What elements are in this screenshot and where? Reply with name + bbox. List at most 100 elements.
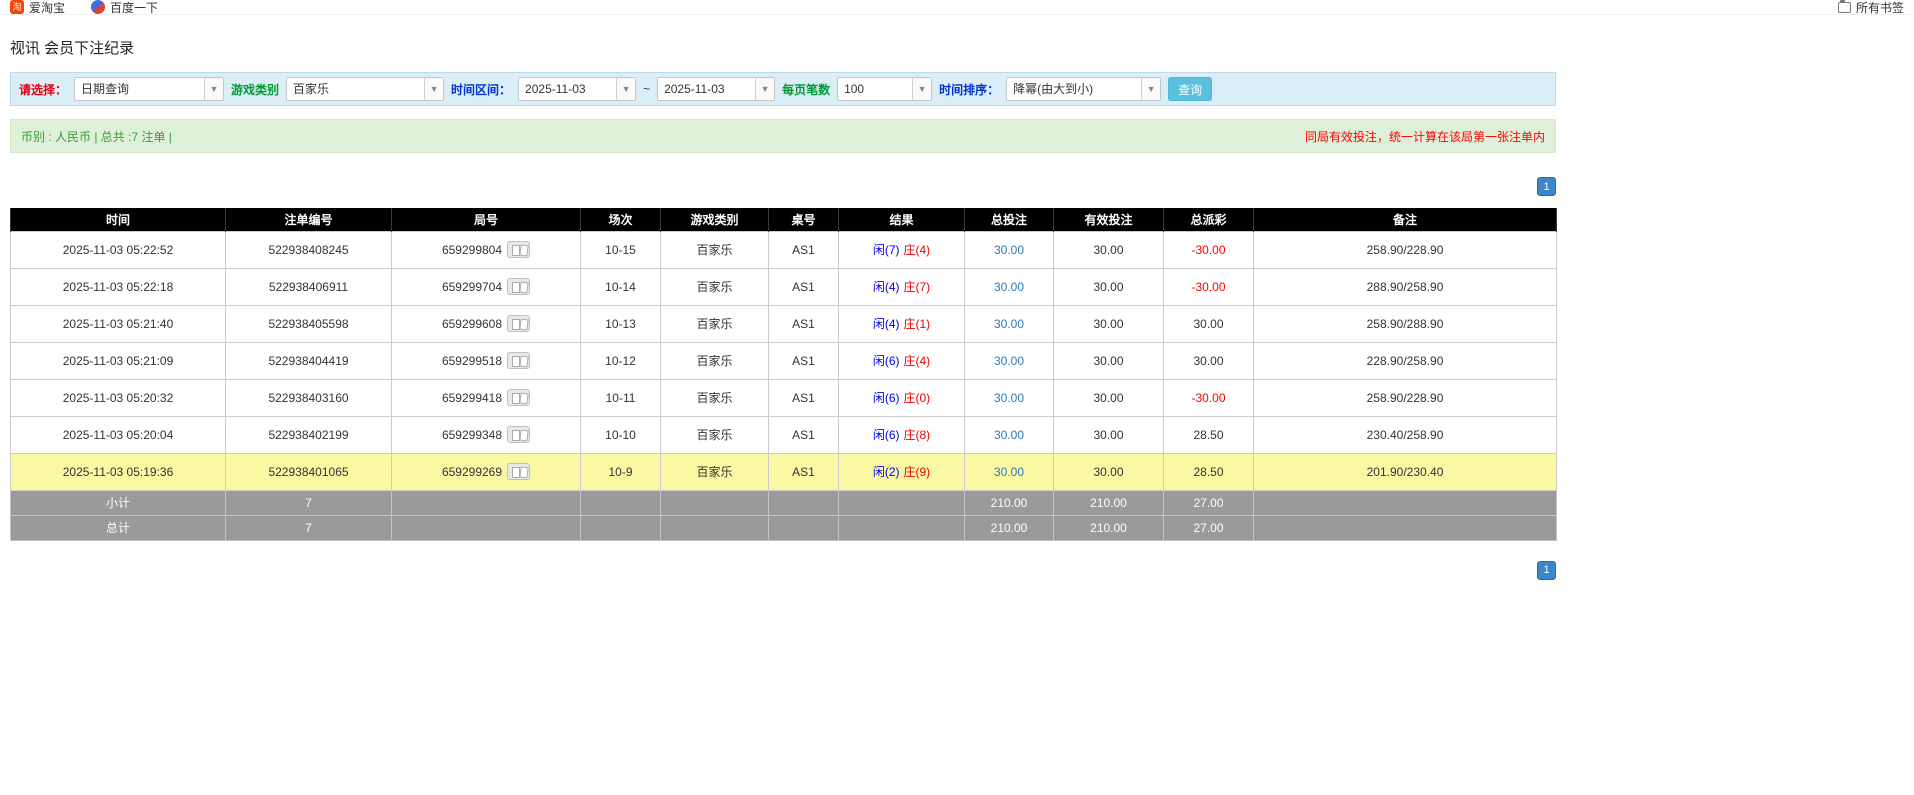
cell-table-number: AS1 xyxy=(768,452,839,491)
table-row: 2025-11-03 05:20:04 522938402199 6592993… xyxy=(10,415,1557,454)
cell-bet-id: 522938401065 xyxy=(225,452,392,491)
baidu-icon xyxy=(91,0,106,14)
page-button[interactable]: 1 xyxy=(1537,177,1556,196)
table-row: 2025-11-03 05:20:32 522938403160 6592994… xyxy=(10,378,1557,417)
summary-empty-cell xyxy=(768,514,839,541)
cell-table-number: AS1 xyxy=(768,341,839,380)
bookmark-baidu[interactable]: 百度一下 xyxy=(91,0,158,14)
cell-round: 659299348 xyxy=(391,415,581,454)
bookmark-label: 爱淘宝 xyxy=(29,0,66,15)
cards-icon[interactable] xyxy=(507,426,531,443)
total-bet-link[interactable]: 30.00 xyxy=(994,243,1024,257)
date-from-select[interactable]: 2025-11-03 ▼ xyxy=(518,77,637,101)
column-header: 有效投注 xyxy=(1053,208,1164,231)
cell-time: 2025-11-03 05:21:40 xyxy=(10,304,226,343)
player-result: 闲(6) xyxy=(872,428,900,442)
cell-payout: -30.00 xyxy=(1163,230,1254,269)
banker-result: 庄(4) xyxy=(903,243,931,257)
total-bet-link[interactable]: 30.00 xyxy=(994,465,1024,479)
cell-game-type: 百家乐 xyxy=(660,415,769,454)
table-row: 2025-11-03 05:22:18 522938406911 6592997… xyxy=(10,267,1557,306)
cell-round: 659299518 xyxy=(391,341,581,380)
cell-game-type: 百家乐 xyxy=(660,341,769,380)
summary-total-bet: 210.00 xyxy=(964,489,1054,516)
cell-total-bet: 30.00 xyxy=(964,304,1054,343)
cell-game-type: 百家乐 xyxy=(660,452,769,491)
total-bet-link[interactable]: 30.00 xyxy=(994,391,1024,405)
column-header: 局号 xyxy=(391,208,581,231)
column-header: 结果 xyxy=(838,208,965,231)
cell-total-bet: 30.00 xyxy=(964,230,1054,269)
date-to-select[interactable]: 2025-11-03 ▼ xyxy=(657,77,776,101)
cell-total-bet: 30.00 xyxy=(964,378,1054,417)
cell-note: 228.90/258.90 xyxy=(1253,341,1557,380)
cell-payout: 28.50 xyxy=(1163,415,1254,454)
all-bookmarks[interactable]: 所有书签 xyxy=(1837,0,1904,14)
total-bet-link[interactable]: 30.00 xyxy=(994,317,1024,331)
cell-total-bet: 30.00 xyxy=(964,415,1054,454)
summary-empty-cell xyxy=(838,489,965,516)
summary-total-bet: 210.00 xyxy=(964,514,1054,541)
taobao-icon: 淘 xyxy=(10,0,24,14)
cell-session: 10-15 xyxy=(580,230,661,269)
table-row: 2025-11-03 05:21:40 522938405598 6592996… xyxy=(10,304,1557,343)
query-type-value: 日期查询 xyxy=(81,82,130,96)
page-size-select[interactable]: 100 ▼ xyxy=(837,77,933,101)
cell-session: 10-10 xyxy=(580,415,661,454)
cards-icon[interactable] xyxy=(507,389,531,406)
cell-game-type: 百家乐 xyxy=(660,304,769,343)
cards-icon[interactable] xyxy=(507,278,531,295)
cards-icon[interactable] xyxy=(507,241,531,258)
chevron-down-icon: ▼ xyxy=(1141,78,1161,100)
sort-select[interactable]: 降幂(由大到小) ▼ xyxy=(1006,77,1162,101)
summary-empty-cell xyxy=(580,514,661,541)
cell-table-number: AS1 xyxy=(768,304,839,343)
cell-game-type: 百家乐 xyxy=(660,230,769,269)
total-bet-link[interactable]: 30.00 xyxy=(994,280,1024,294)
cell-bet-id: 522938406911 xyxy=(225,267,392,306)
bookmark-taobao[interactable]: 淘 爱淘宝 xyxy=(10,0,66,15)
page-button[interactable]: 1 xyxy=(1537,560,1556,580)
banker-result: 庄(7) xyxy=(903,280,931,294)
cell-time: 2025-11-03 05:20:32 xyxy=(10,378,226,417)
player-result: 闲(7) xyxy=(872,243,900,257)
cell-session: 10-11 xyxy=(580,378,661,417)
cards-icon[interactable] xyxy=(507,463,531,480)
bets-table: 时间 注单编号 局号 场次 游戏类别 桌号 结果 总投注 有效投注 总派彩 备注 2025-11-0… xyxy=(10,208,1557,541)
cell-bet-id: 522938402199 xyxy=(225,415,392,454)
cards-icon[interactable] xyxy=(507,352,531,369)
cell-result: 闲(2) 庄(9) xyxy=(838,452,965,491)
currency-summary: 币别 : 人民币 | 总共 :7 注单 | xyxy=(21,129,172,144)
cell-total-bet: 30.00 xyxy=(964,452,1054,491)
cell-payout: -30.00 xyxy=(1163,378,1254,417)
game-type-value: 百家乐 xyxy=(293,82,330,96)
banker-result: 庄(1) xyxy=(903,317,931,331)
cell-valid-bet: 30.00 xyxy=(1053,415,1164,454)
cell-time: 2025-11-03 05:22:18 xyxy=(10,267,226,306)
total-bet-link[interactable]: 30.00 xyxy=(994,354,1024,368)
sort-value: 降幂(由大到小) xyxy=(1013,82,1094,96)
cards-icon[interactable] xyxy=(507,315,531,332)
cell-total-bet: 30.00 xyxy=(964,267,1054,306)
cell-table-number: AS1 xyxy=(768,230,839,269)
filter-bar: 请选择： 日期查询 ▼ 游戏类别 百家乐 ▼ 时间区间： 2025-11-03 … xyxy=(10,72,1556,106)
cell-payout: -30.00 xyxy=(1163,267,1254,306)
cell-game-type: 百家乐 xyxy=(660,378,769,417)
cell-bet-id: 522938404419 xyxy=(225,341,392,380)
search-button[interactable]: 查询 xyxy=(1168,77,1213,101)
cell-result: 闲(6) 庄(8) xyxy=(838,415,965,454)
chevron-down-icon: ▼ xyxy=(755,78,775,100)
main-content: 视讯 会员下注纪录 请选择： 日期查询 ▼ 游戏类别 百家乐 ▼ 时间区间： 2… xyxy=(10,37,1557,580)
game-type-select[interactable]: 百家乐 ▼ xyxy=(286,77,445,101)
summary-payout: 27.00 xyxy=(1163,489,1254,516)
total-bet-link[interactable]: 30.00 xyxy=(994,428,1024,442)
cell-time: 2025-11-03 05:20:04 xyxy=(10,415,226,454)
query-type-select[interactable]: 日期查询 ▼ xyxy=(74,77,225,101)
cell-note: 258.90/228.90 xyxy=(1253,378,1557,417)
page-size-label: 每页笔数 xyxy=(782,82,831,97)
pagination-bottom: 1 xyxy=(10,560,1556,580)
cell-session: 10-9 xyxy=(580,452,661,491)
summary-empty-cell xyxy=(768,489,839,516)
date-from-value: 2025-11-03 xyxy=(525,82,586,96)
column-header: 桌号 xyxy=(768,208,839,231)
